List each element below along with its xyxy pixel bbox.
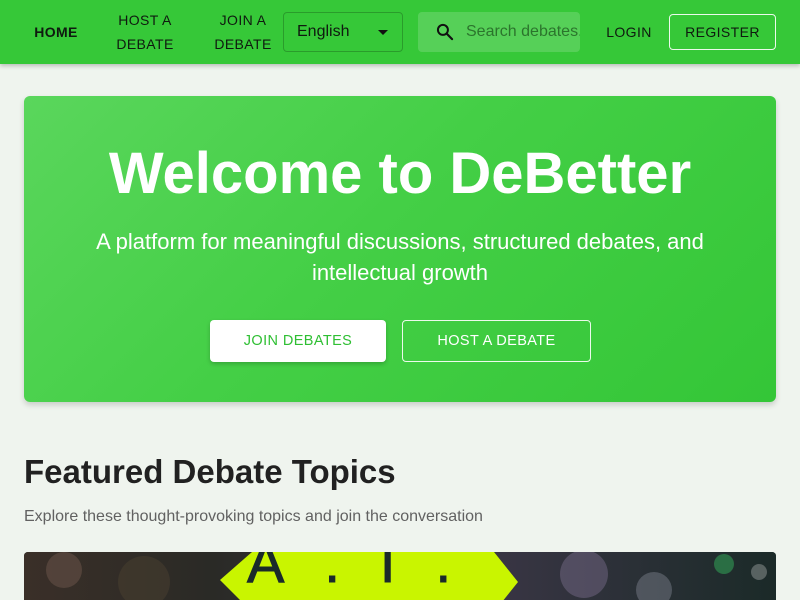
nav-join-debate-link[interactable]: JOIN A DEBATE xyxy=(202,8,284,56)
host-debate-button[interactable]: HOST A DEBATE xyxy=(402,320,591,362)
nav-home-link[interactable]: HOME xyxy=(22,20,90,44)
hero-title: Welcome to DeBetter xyxy=(108,141,692,206)
hero-subtitle: A platform for meaningful discussions, s… xyxy=(60,226,740,288)
language-select-value: English xyxy=(297,23,350,40)
nav-host-debate-label-line1: HOST A xyxy=(118,12,172,28)
featured-topic-card[interactable]: A.I. xyxy=(24,552,776,600)
topic-card-image: A.I. xyxy=(24,552,776,600)
hero-subtitle-line2: intellectual growth xyxy=(311,260,489,285)
join-debates-button[interactable]: JOIN DEBATES xyxy=(210,320,386,362)
nav-login-link[interactable]: LOGIN xyxy=(596,20,662,44)
register-button-label: REGISTER xyxy=(685,24,760,40)
featured-section-subtitle: Explore these thought-provoking topics a… xyxy=(24,508,483,525)
nav-join-debate-label-line2: DEBATE xyxy=(214,36,272,52)
search-icon xyxy=(436,23,454,41)
register-button[interactable]: REGISTER xyxy=(669,14,776,50)
top-navbar: HOME HOST A DEBATE JOIN A DEBATE English… xyxy=(0,0,800,64)
language-select[interactable]: English xyxy=(283,12,403,52)
nav-join-debate-label-line1: JOIN A xyxy=(219,12,267,28)
featured-section-title: Featured Debate Topics xyxy=(24,453,396,490)
chevron-down-icon xyxy=(378,30,388,35)
search-box[interactable] xyxy=(418,12,580,52)
host-debate-button-label: HOST A DEBATE xyxy=(437,333,556,349)
nav-home-label: HOME xyxy=(34,24,78,40)
hero-subtitle-line1: A platform for meaningful discussions, s… xyxy=(96,229,704,254)
search-input[interactable] xyxy=(466,23,580,41)
nav-login-label: LOGIN xyxy=(606,24,652,40)
sticky-note-text: A.I. xyxy=(247,552,491,594)
nav-host-debate-label-line2: DEBATE xyxy=(116,36,174,52)
join-debates-button-label: JOIN DEBATES xyxy=(243,333,353,349)
nav-host-debate-link[interactable]: HOST A DEBATE xyxy=(104,8,186,56)
